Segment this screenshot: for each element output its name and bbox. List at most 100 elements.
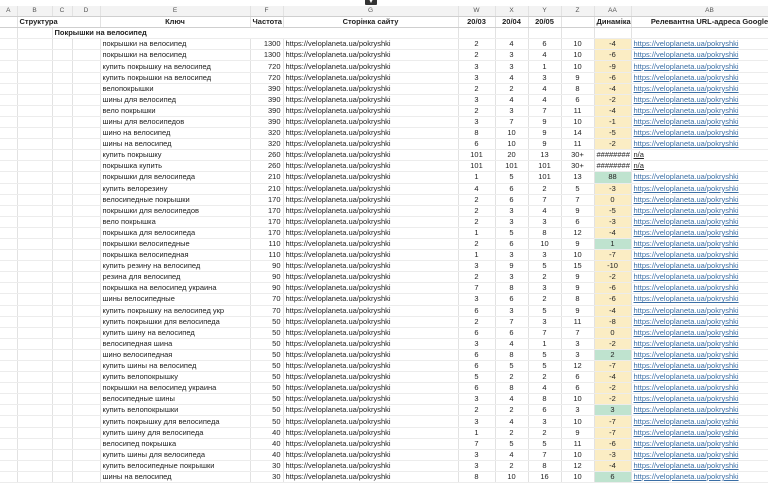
cell-c[interactable]: [52, 471, 73, 483]
cell-b[interactable]: [17, 83, 53, 95]
cell-c[interactable]: [52, 94, 73, 106]
frequency-cell[interactable]: 50: [250, 316, 284, 328]
cell-c[interactable]: [52, 305, 73, 317]
keyword-cell[interactable]: покрышки на велосипед: [100, 49, 251, 62]
site-page-cell[interactable]: https://veloplaneta.ua/pokryshki: [283, 316, 459, 328]
relevant-url-cell[interactable]: https://veloplaneta.ua/pokryshki: [631, 216, 768, 228]
frequency-cell[interactable]: 260: [250, 160, 284, 173]
column-letter-g[interactable]: G: [283, 6, 459, 18]
relevant-url-cell[interactable]: https://veloplaneta.ua/pokryshki: [631, 72, 768, 84]
cell-b[interactable]: [17, 293, 53, 306]
site-page-cell[interactable]: https://veloplaneta.ua/pokryshki: [283, 105, 459, 117]
position-z-cell[interactable]: 11: [561, 316, 595, 328]
cell-d[interactable]: [72, 94, 101, 106]
cell-c[interactable]: [52, 127, 73, 140]
site-page-cell[interactable]: https://veloplaneta.ua/pokryshki: [283, 60, 459, 73]
cell-d[interactable]: [72, 238, 101, 251]
relevant-url-cell[interactable]: https://veloplaneta.ua/pokryshki: [631, 338, 768, 350]
cell-c[interactable]: [52, 227, 73, 239]
cell-a[interactable]: [0, 271, 18, 284]
position-w-cell[interactable]: 3: [458, 72, 496, 84]
site-page-link[interactable]: https://veloplaneta.ua/pokryshki: [286, 39, 391, 48]
cell-a[interactable]: [0, 127, 18, 140]
relevant-url-link[interactable]: https://veloplaneta.ua/pokryshki: [634, 128, 739, 137]
frequency-cell[interactable]: 170: [250, 216, 284, 228]
keyword-cell[interactable]: покрышки для велосипедов: [100, 205, 251, 217]
relevant-url-link[interactable]: https://veloplaneta.ua/pokryshki: [634, 405, 739, 414]
dynamics-cell[interactable]: -4: [594, 227, 632, 239]
position-x-cell[interactable]: 2: [495, 427, 529, 439]
collapse-handle-icon[interactable]: ▾: [365, 0, 377, 5]
position-y-cell[interactable]: 5: [528, 305, 562, 317]
relevant-url-link[interactable]: https://veloplaneta.ua/pokryshki: [634, 383, 739, 392]
position-z-cell[interactable]: 13: [561, 171, 595, 184]
keyword-cell[interactable]: купить покрышку на велосипед: [100, 60, 251, 73]
cell-a[interactable]: [0, 227, 18, 239]
dynamics-cell[interactable]: -7: [594, 415, 632, 428]
site-page-link[interactable]: https://veloplaneta.ua/pokryshki: [286, 372, 391, 381]
cell-a[interactable]: [0, 49, 18, 62]
position-w-cell[interactable]: 2: [458, 216, 496, 228]
cell-d[interactable]: [72, 60, 101, 73]
dynamics-cell[interactable]: -6: [594, 438, 632, 450]
frequency-cell[interactable]: 210: [250, 171, 284, 184]
position-x-cell[interactable]: 5: [495, 438, 529, 450]
position-z-cell[interactable]: 12: [561, 460, 595, 472]
site-page-link[interactable]: https://veloplaneta.ua/pokryshki: [286, 184, 391, 193]
cell-c[interactable]: [52, 371, 73, 384]
cell-d[interactable]: [72, 460, 101, 472]
cell-d[interactable]: [72, 183, 101, 195]
position-z-cell[interactable]: 15: [561, 260, 595, 273]
relevant-url-cell[interactable]: https://veloplaneta.ua/pokryshki: [631, 305, 768, 317]
site-page-link[interactable]: https://veloplaneta.ua/pokryshki: [286, 328, 391, 337]
keyword-cell[interactable]: велосипедные покрышки: [100, 194, 251, 206]
frequency-cell[interactable]: 390: [250, 83, 284, 95]
cell-c[interactable]: [52, 271, 73, 284]
cell-a[interactable]: [0, 371, 18, 384]
position-w-cell[interactable]: 1: [458, 171, 496, 184]
site-page-link[interactable]: https://veloplaneta.ua/pokryshki: [286, 239, 391, 248]
position-w-cell[interactable]: 3: [458, 116, 496, 129]
position-y-cell[interactable]: 5: [528, 438, 562, 450]
site-page-link[interactable]: https://veloplaneta.ua/pokryshki: [286, 272, 391, 281]
relevant-url-link[interactable]: https://veloplaneta.ua/pokryshki: [634, 84, 739, 93]
relevant-url-cell[interactable]: https://veloplaneta.ua/pokryshki: [631, 393, 768, 406]
cell-c[interactable]: [52, 116, 73, 129]
cell-b[interactable]: [17, 371, 53, 384]
position-w-cell[interactable]: 2: [458, 83, 496, 95]
cell-d[interactable]: [72, 105, 101, 117]
cell-b[interactable]: [17, 60, 53, 73]
relevant-url-link[interactable]: https://veloplaneta.ua/pokryshki: [634, 272, 739, 281]
column-letter-f[interactable]: F: [250, 6, 284, 18]
position-z-cell[interactable]: 12: [561, 227, 595, 239]
dynamics-cell[interactable]: -2: [594, 393, 632, 406]
position-z-cell[interactable]: 7: [561, 194, 595, 206]
cell-d[interactable]: [72, 83, 101, 95]
site-page-link[interactable]: https://veloplaneta.ua/pokryshki: [286, 417, 391, 426]
site-page-link[interactable]: https://veloplaneta.ua/pokryshki: [286, 84, 391, 93]
column-letter-y[interactable]: Y: [528, 6, 562, 18]
position-z-cell[interactable]: 11: [561, 105, 595, 117]
position-x-cell[interactable]: 3: [495, 271, 529, 284]
column-letter-z[interactable]: Z: [561, 6, 595, 18]
cell-a[interactable]: [0, 449, 18, 461]
relevant-url-link[interactable]: https://veloplaneta.ua/pokryshki: [634, 239, 739, 248]
position-x-cell[interactable]: 5: [495, 227, 529, 239]
keyword-cell[interactable]: купить резину на велосипед: [100, 260, 251, 273]
position-z-cell[interactable]: 9: [561, 205, 595, 217]
dynamics-cell[interactable]: -2: [594, 338, 632, 350]
position-w-cell[interactable]: 6: [458, 305, 496, 317]
site-page-cell[interactable]: https://veloplaneta.ua/pokryshki: [283, 260, 459, 273]
dynamics-cell[interactable]: -3: [594, 183, 632, 195]
cell-c[interactable]: [52, 238, 73, 251]
relevant-url-link[interactable]: https://veloplaneta.ua/pokryshki: [634, 417, 739, 426]
relevant-url-cell[interactable]: https://veloplaneta.ua/pokryshki: [631, 127, 768, 140]
cell-d[interactable]: [72, 227, 101, 239]
dynamics-cell[interactable]: -1: [594, 116, 632, 129]
site-page-cell[interactable]: https://veloplaneta.ua/pokryshki: [283, 382, 459, 395]
position-w-cell[interactable]: 3: [458, 449, 496, 461]
cell-a[interactable]: [0, 216, 18, 228]
site-page-link[interactable]: https://veloplaneta.ua/pokryshki: [286, 405, 391, 414]
position-x-cell[interactable]: 8: [495, 282, 529, 295]
frequency-cell[interactable]: 110: [250, 238, 284, 251]
